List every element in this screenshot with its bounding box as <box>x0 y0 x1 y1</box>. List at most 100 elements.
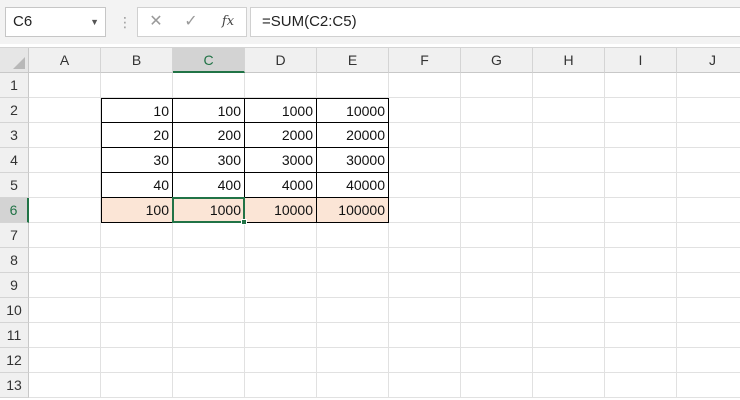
cell-a3[interactable] <box>29 123 101 148</box>
cell-h7[interactable] <box>533 223 605 248</box>
cell-h1[interactable] <box>533 73 605 98</box>
cell-d13[interactable] <box>245 373 317 398</box>
cell-e4[interactable]: 30000 <box>317 148 389 173</box>
cell-h8[interactable] <box>533 248 605 273</box>
row-header-1[interactable]: 1 <box>0 73 29 98</box>
cell-j11[interactable] <box>677 323 740 348</box>
cell-e3[interactable]: 20000 <box>317 123 389 148</box>
row-header-8[interactable]: 8 <box>0 248 29 273</box>
cell-g9[interactable] <box>461 273 533 298</box>
row-header-3[interactable]: 3 <box>0 123 29 148</box>
cell-g5[interactable] <box>461 173 533 198</box>
insert-function-icon[interactable]: fx <box>213 8 243 36</box>
cell-d5[interactable]: 4000 <box>245 173 317 198</box>
formula-input[interactable]: =SUM(C2:C5) <box>250 7 740 37</box>
cell-b3[interactable]: 20 <box>101 123 173 148</box>
cell-j8[interactable] <box>677 248 740 273</box>
cell-i12[interactable] <box>605 348 677 373</box>
cell-j9[interactable] <box>677 273 740 298</box>
cell-j2[interactable] <box>677 98 740 123</box>
cell-b5[interactable]: 40 <box>101 173 173 198</box>
cell-f13[interactable] <box>389 373 461 398</box>
cell-d11[interactable] <box>245 323 317 348</box>
enter-icon[interactable]: ✓ <box>176 8 206 36</box>
cell-g7[interactable] <box>461 223 533 248</box>
cell-j6[interactable] <box>677 198 740 223</box>
cell-b10[interactable] <box>101 298 173 323</box>
cell-i10[interactable] <box>605 298 677 323</box>
cell-f1[interactable] <box>389 73 461 98</box>
cell-g13[interactable] <box>461 373 533 398</box>
cell-d1[interactable] <box>245 73 317 98</box>
row-header-12[interactable]: 12 <box>0 348 29 373</box>
cell-h9[interactable] <box>533 273 605 298</box>
cell-f3[interactable] <box>389 123 461 148</box>
cell-d8[interactable] <box>245 248 317 273</box>
cell-a1[interactable] <box>29 73 101 98</box>
cell-e12[interactable] <box>317 348 389 373</box>
cell-a9[interactable] <box>29 273 101 298</box>
cell-g11[interactable] <box>461 323 533 348</box>
cell-f4[interactable] <box>389 148 461 173</box>
cell-a7[interactable] <box>29 223 101 248</box>
cell-j7[interactable] <box>677 223 740 248</box>
cell-i11[interactable] <box>605 323 677 348</box>
row-header-7[interactable]: 7 <box>0 223 29 248</box>
row-header-5[interactable]: 5 <box>0 173 29 198</box>
cell-h10[interactable] <box>533 298 605 323</box>
cell-b13[interactable] <box>101 373 173 398</box>
cell-a6[interactable] <box>29 198 101 223</box>
cell-f10[interactable] <box>389 298 461 323</box>
cell-a10[interactable] <box>29 298 101 323</box>
cell-h5[interactable] <box>533 173 605 198</box>
cell-d3[interactable]: 2000 <box>245 123 317 148</box>
column-header-f[interactable]: F <box>389 48 461 73</box>
cell-e8[interactable] <box>317 248 389 273</box>
cell-g6[interactable] <box>461 198 533 223</box>
cancel-icon[interactable]: ✕ <box>141 8 171 36</box>
cell-c7[interactable] <box>173 223 245 248</box>
cell-h2[interactable] <box>533 98 605 123</box>
cell-a8[interactable] <box>29 248 101 273</box>
cell-i3[interactable] <box>605 123 677 148</box>
cell-b7[interactable] <box>101 223 173 248</box>
column-header-c[interactable]: C <box>173 48 245 73</box>
column-header-e[interactable]: E <box>317 48 389 73</box>
cell-c10[interactable] <box>173 298 245 323</box>
cell-b1[interactable] <box>101 73 173 98</box>
row-header-13[interactable]: 13 <box>0 373 29 398</box>
cell-c4[interactable]: 300 <box>173 148 245 173</box>
cell-i7[interactable] <box>605 223 677 248</box>
cell-b12[interactable] <box>101 348 173 373</box>
column-header-h[interactable]: H <box>533 48 605 73</box>
cell-d7[interactable] <box>245 223 317 248</box>
row-header-10[interactable]: 10 <box>0 298 29 323</box>
cell-f11[interactable] <box>389 323 461 348</box>
cell-e1[interactable] <box>317 73 389 98</box>
cell-d6[interactable]: 10000 <box>245 198 317 223</box>
row-header-9[interactable]: 9 <box>0 273 29 298</box>
cell-d2[interactable]: 1000 <box>245 98 317 123</box>
cell-i4[interactable] <box>605 148 677 173</box>
cell-d10[interactable] <box>245 298 317 323</box>
cell-e6[interactable]: 100000 <box>317 198 389 223</box>
cell-b6[interactable]: 100 <box>101 198 173 223</box>
cell-e13[interactable] <box>317 373 389 398</box>
cell-e2[interactable]: 10000 <box>317 98 389 123</box>
cell-b4[interactable]: 30 <box>101 148 173 173</box>
chevron-down-icon[interactable]: ▼ <box>90 8 99 36</box>
row-header-6[interactable]: 6 <box>0 198 29 223</box>
cell-b11[interactable] <box>101 323 173 348</box>
column-header-j[interactable]: J <box>677 48 740 73</box>
cell-c12[interactable] <box>173 348 245 373</box>
cell-j5[interactable] <box>677 173 740 198</box>
cell-j3[interactable] <box>677 123 740 148</box>
cell-e9[interactable] <box>317 273 389 298</box>
cell-e7[interactable] <box>317 223 389 248</box>
column-header-g[interactable]: G <box>461 48 533 73</box>
column-header-d[interactable]: D <box>245 48 317 73</box>
cell-c9[interactable] <box>173 273 245 298</box>
cell-a4[interactable] <box>29 148 101 173</box>
cell-b2[interactable]: 10 <box>101 98 173 123</box>
cell-h4[interactable] <box>533 148 605 173</box>
